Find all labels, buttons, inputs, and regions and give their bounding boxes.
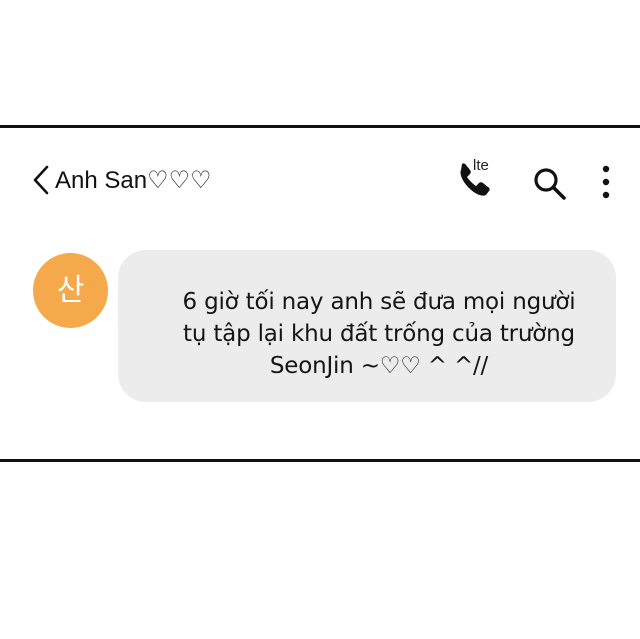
screen: Anh San♡♡♡ lte 산 6 giờ tối nay anh sẽ đư… [0,0,640,639]
message-text: 6 giờ tối nay anh sẽ đưa mọi người tụ tậ… [182,289,576,379]
more-vertical-icon[interactable] [598,164,614,200]
chevron-left-icon[interactable] [30,164,52,196]
search-icon[interactable] [532,166,568,202]
lte-label: lte [473,157,489,174]
avatar[interactable]: 산 [33,253,108,328]
contact-name[interactable]: Anh San♡♡♡ [55,167,212,195]
chat-panel: Anh San♡♡♡ lte 산 6 giờ tối nay anh sẽ đư… [0,125,640,462]
message-bubble[interactable]: 6 giờ tối nay anh sẽ đưa mọi người tụ tậ… [118,250,616,402]
chat-header: Anh San♡♡♡ lte [0,150,640,210]
